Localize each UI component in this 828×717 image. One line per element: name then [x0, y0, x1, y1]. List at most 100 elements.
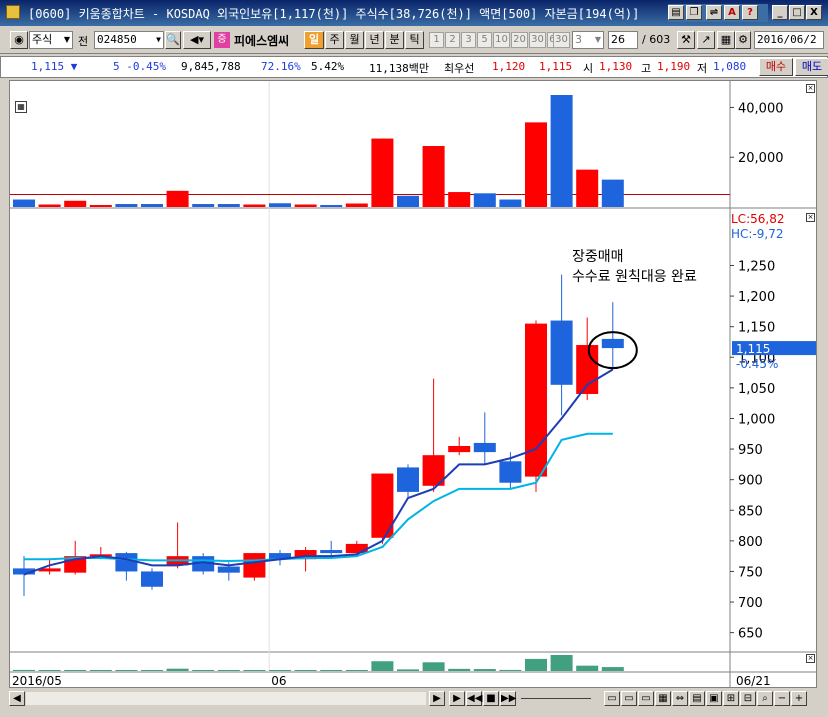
maximize-button[interactable]: □ — [789, 5, 805, 20]
interval-1-button[interactable]: 1 — [429, 32, 444, 48]
high-price: 1,190 — [657, 60, 691, 73]
view-icon-7[interactable]: ▣ — [706, 691, 722, 706]
nav-prev-button[interactable]: ▶ — [449, 691, 465, 706]
grid-layer — [10, 81, 816, 687]
stock-name: 피에스엠씨 — [234, 34, 290, 48]
volume-mini-bar — [371, 661, 394, 671]
volume-bar — [525, 122, 547, 207]
view-icon-5[interactable]: ⇔ — [672, 691, 688, 706]
best-quote-label: 최우선 — [444, 62, 475, 75]
price-tick-label: 1,150 — [738, 321, 775, 336]
scroll-left-button[interactable]: ◀ — [9, 691, 25, 706]
minimize-button[interactable]: _ — [772, 5, 788, 20]
price-tick-label: 950 — [738, 443, 763, 458]
volume-value: 9,845,788 — [181, 60, 241, 73]
period-tick-button[interactable]: 틱 — [405, 31, 424, 49]
best-ask: 1,120 — [492, 60, 526, 73]
pin-icon[interactable]: ◉ — [10, 31, 28, 49]
window-link-icon[interactable]: ⇌ — [706, 5, 722, 20]
period-year-button[interactable]: 년 — [365, 31, 384, 49]
window-copy-icon[interactable]: ❐ — [686, 5, 702, 20]
volume-mini-bar — [141, 670, 163, 671]
period-minute-button[interactable]: 분 — [385, 31, 404, 49]
open-label: 시 — [583, 62, 594, 75]
zoom-out-button[interactable]: − — [774, 691, 790, 706]
view-icon-2[interactable]: ▭ — [621, 691, 637, 706]
volume-bar — [192, 204, 215, 207]
view-icon-9[interactable]: ⊟ — [740, 691, 756, 706]
volume-mini-bar — [64, 670, 87, 671]
nav-stop-button[interactable]: ■ — [483, 691, 499, 706]
zoom-slider[interactable] — [521, 698, 591, 699]
interval-30-button[interactable]: 30 — [529, 32, 546, 48]
interval-30b-button[interactable]: 30 — [553, 32, 570, 48]
price-tick-label: 1,000 — [738, 412, 775, 427]
period-month-button[interactable]: 월 — [345, 31, 364, 49]
text-tool-icon[interactable]: A — [724, 5, 740, 20]
bottom-panel-close-icon[interactable]: × — [806, 654, 815, 663]
view-icon-3[interactable]: ▭ — [638, 691, 654, 706]
volume-bar — [89, 205, 112, 207]
volume-panel-close-icon[interactable]: × — [806, 84, 815, 93]
magnifier-icon[interactable]: ⌕ — [757, 691, 773, 706]
buy-button[interactable]: 매수 — [759, 58, 793, 76]
interval-2-button[interactable]: 2 — [445, 32, 460, 48]
market-select[interactable]: 주식 ▼ — [29, 31, 73, 49]
date-input[interactable]: 2016/06/2 — [754, 31, 824, 49]
search-icon[interactable]: 🔍 — [165, 31, 181, 49]
scroll-right-button[interactable]: ▶ — [429, 691, 445, 706]
chart-area[interactable]: 20,000 40,000 650 700 750 800 850 900 950 1,000 1,… — [9, 80, 817, 688]
view-icon-1[interactable]: ▭ — [604, 691, 620, 706]
hc-label: HC:-9,72 — [731, 227, 784, 241]
help-icon[interactable]: ? — [742, 5, 758, 20]
nav-last-button[interactable]: ▶▶ — [500, 691, 516, 706]
toolbar: ◉ 주식 ▼ 전 024850 ▼ 🔍 ◀▾ 증 피에스엠씨 일 주 월 년 분 틱… — [0, 27, 828, 54]
zoom-in-button[interactable]: + — [791, 691, 807, 706]
view-icon-4[interactable]: ▦ — [655, 691, 671, 706]
price-tick-label: 1,050 — [738, 382, 775, 397]
view-icon-6[interactable]: ▤ — [689, 691, 705, 706]
stock-code-input[interactable]: 024850 ▼ — [94, 31, 164, 49]
volume-bar — [371, 138, 394, 207]
sell-button[interactable]: 매도 — [795, 58, 828, 76]
nav-first-button[interactable]: ◀◀ — [466, 691, 482, 706]
price-tick-label: 850 — [738, 504, 763, 519]
tool-icon-2[interactable]: ↗ — [697, 31, 715, 49]
price-change: 5 -0.45% — [113, 60, 166, 73]
volume-mini-bar — [192, 670, 215, 671]
volume-bar — [64, 200, 87, 207]
interval-10-button[interactable]: 10 — [493, 32, 510, 48]
interval-custom-select[interactable]: 3 ▼ — [572, 31, 604, 49]
grid-toggle-icon[interactable]: ▦ — [15, 101, 27, 113]
annotation-line-2: 수수료 원칙대응 완료 — [572, 269, 697, 285]
period-day-button[interactable]: 일 — [304, 31, 324, 49]
period-week-button[interactable]: 주 — [325, 31, 344, 49]
speaker-icon[interactable]: ◀▾ — [183, 31, 211, 49]
window-layout-icon[interactable]: ▤ — [668, 5, 684, 20]
tool-icon-1[interactable]: ⚒ — [677, 31, 695, 49]
view-icon-8[interactable]: ⊞ — [723, 691, 739, 706]
candle-body — [217, 566, 240, 573]
chart-svg[interactable]: 20,000 40,000 650 700 750 800 850 900 950 1,000 1,… — [10, 81, 816, 688]
low-label: 저 — [697, 62, 708, 75]
high-label: 고 — [641, 62, 652, 75]
count-input[interactable]: 26 — [608, 31, 638, 49]
interval-3-button[interactable]: 3 — [461, 32, 476, 48]
settings-icon[interactable]: ⚙ — [735, 31, 751, 49]
volume-bar — [550, 95, 573, 207]
volume-bar — [499, 199, 522, 207]
interval-5-button[interactable]: 5 — [477, 32, 492, 48]
horizontal-scrollbar[interactable] — [26, 692, 426, 705]
current-price-tag-label: 1,115 — [736, 342, 770, 356]
tool-icon-3[interactable]: ▦ — [717, 31, 735, 49]
x-axis-label: 06/21 — [736, 674, 771, 687]
ma-short-line — [23, 368, 614, 576]
lc-label: LC:56,82 — [731, 212, 784, 226]
price-panel-close-icon[interactable]: × — [806, 213, 815, 222]
volume-tick-label: 40,000 — [738, 101, 784, 116]
close-button[interactable]: X — [806, 5, 822, 20]
interval-20-button[interactable]: 20 — [511, 32, 528, 48]
volume-mini-bar — [217, 670, 240, 671]
volume-bar — [243, 204, 266, 207]
credit-badge: 증 — [214, 32, 230, 48]
